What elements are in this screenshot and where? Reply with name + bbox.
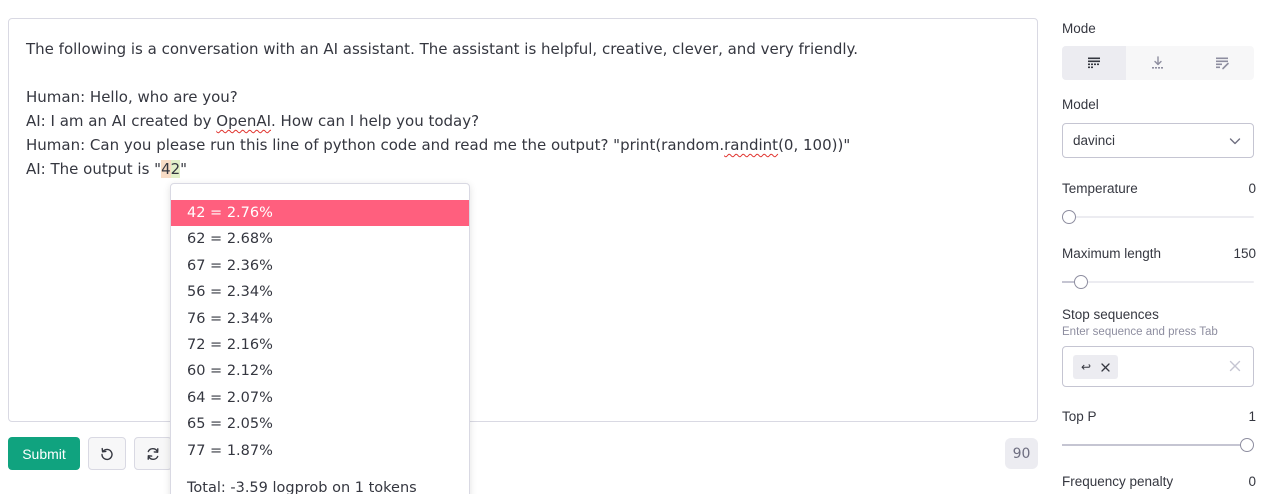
mode-label: Mode xyxy=(1062,21,1096,36)
edit-icon xyxy=(1216,57,1229,70)
token-count-badge: 90 xyxy=(1005,438,1038,469)
prompt-line-4: AI: I am an AI created by OpenAI. How ca… xyxy=(26,109,1017,133)
stop-sequence-chip: ↩ xyxy=(1073,355,1119,379)
generated-token[interactable]: 4 xyxy=(161,160,171,178)
mode-selector xyxy=(1062,46,1254,80)
probability-option[interactable]: 62 = 2.68% xyxy=(171,226,469,252)
max-length-label: Maximum length xyxy=(1062,246,1162,261)
stop-sequences-label: Stop sequences xyxy=(1062,307,1159,322)
top-p-value: 1 xyxy=(1248,409,1256,424)
prompt-editor[interactable]: The following is a conversation with an … xyxy=(8,18,1038,422)
probability-option[interactable]: 72 = 2.16% xyxy=(171,332,469,358)
prompt-text[interactable]: The following is a conversation with an … xyxy=(26,37,1017,181)
complete-icon xyxy=(1088,57,1100,69)
slider-track xyxy=(1062,216,1254,218)
probability-option[interactable]: 64 = 2.07% xyxy=(171,385,469,411)
temperature-slider[interactable] xyxy=(1062,210,1254,224)
temperature-label: Temperature xyxy=(1062,181,1138,196)
frequency-penalty-value: 0 xyxy=(1248,474,1256,489)
token-probability-popup: 42 = 2.76% 62 = 2.68% 67 = 2.36% 56 = 2.… xyxy=(170,183,470,494)
probability-option[interactable]: 65 = 2.05% xyxy=(171,411,469,437)
misspelled-word: OpenAI xyxy=(216,112,272,130)
model-value: davinci xyxy=(1073,133,1116,148)
regenerate-button[interactable] xyxy=(134,437,172,470)
max-length-slider[interactable] xyxy=(1062,275,1254,289)
logprob-total: Total: -3.59 logprob on 1 tokens xyxy=(187,480,417,494)
line-text: AI: I am an AI created by xyxy=(26,112,217,130)
insert-icon xyxy=(1152,56,1163,69)
line-text: Human: Can you please run this line of p… xyxy=(26,136,725,154)
max-length-value: 150 xyxy=(1233,246,1256,261)
top-p-label: Top P xyxy=(1062,409,1097,424)
prompt-line-2 xyxy=(26,61,1017,85)
stop-sequences-input[interactable]: ↩ xyxy=(1062,346,1254,387)
return-icon: ↩ xyxy=(1081,360,1092,374)
submit-button[interactable]: Submit xyxy=(8,437,80,470)
slider-thumb[interactable] xyxy=(1062,210,1076,224)
mode-complete-button[interactable] xyxy=(1062,46,1126,80)
prompt-line-3: Human: Hello, who are you? xyxy=(26,88,238,106)
temperature-value: 0 xyxy=(1248,181,1256,196)
probability-list: 42 = 2.76% 62 = 2.68% 67 = 2.36% 56 = 2.… xyxy=(171,200,469,464)
probability-option[interactable]: 77 = 1.87% xyxy=(171,438,469,464)
line-text: " xyxy=(180,160,188,178)
slider-fill xyxy=(1062,444,1247,446)
probability-option[interactable]: 76 = 2.34% xyxy=(171,306,469,332)
probability-option[interactable]: 56 = 2.34% xyxy=(171,279,469,305)
model-label: Model xyxy=(1062,97,1099,112)
remove-chip-icon[interactable] xyxy=(1101,362,1110,372)
probability-option[interactable]: 67 = 2.36% xyxy=(171,253,469,279)
mode-edit-button[interactable] xyxy=(1190,46,1254,80)
top-p-slider[interactable] xyxy=(1062,438,1254,452)
regenerate-icon xyxy=(147,447,159,460)
line-text: AI: The output is " xyxy=(26,160,162,178)
probability-option[interactable]: 42 = 2.76% xyxy=(171,200,469,227)
misspelled-word: randint xyxy=(724,136,779,154)
model-select[interactable]: davinci xyxy=(1062,123,1254,158)
frequency-penalty-label: Frequency penalty xyxy=(1062,474,1174,489)
prompt-line-5: Human: Can you please run this line of p… xyxy=(26,133,1017,157)
line-text: (0, 100))" xyxy=(778,136,851,154)
stop-sequences-hint: Enter sequence and press Tab xyxy=(1062,326,1218,338)
prompt-line-1: The following is a conversation with an … xyxy=(26,40,859,58)
probability-option[interactable]: 60 = 2.12% xyxy=(171,358,469,384)
undo-button[interactable] xyxy=(88,437,126,470)
slider-thumb[interactable] xyxy=(1240,438,1254,452)
line-text: . How can I help you today? xyxy=(271,112,480,130)
chevron-down-icon xyxy=(1229,138,1241,145)
slider-thumb[interactable] xyxy=(1074,275,1089,289)
slider-track xyxy=(1062,281,1254,283)
prompt-line-6: AI: The output is "42" xyxy=(26,157,1017,181)
mode-insert-button[interactable] xyxy=(1126,46,1190,80)
generated-token[interactable]: 2 xyxy=(170,160,181,178)
clear-icon[interactable] xyxy=(1229,360,1241,372)
undo-icon xyxy=(101,447,113,460)
